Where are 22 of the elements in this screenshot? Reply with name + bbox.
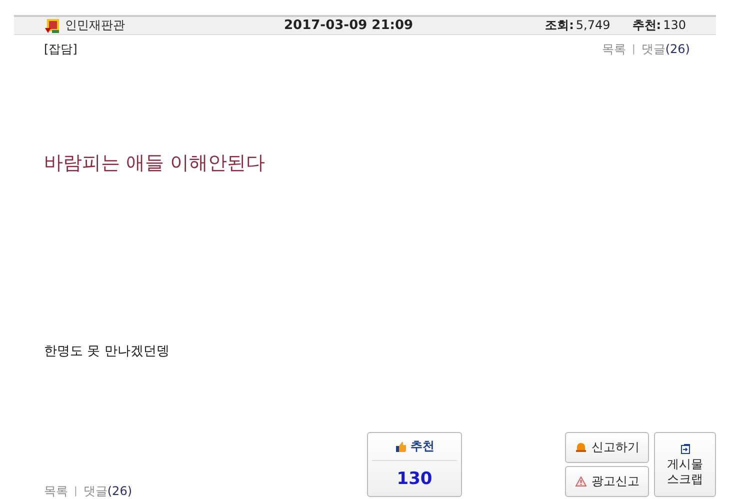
thumbs-up-icon [394, 440, 407, 452]
scrap-icon [680, 442, 690, 454]
recommend-count: 추천: 130 [632, 17, 686, 34]
comments-link[interactable]: 댓글(26) [641, 41, 690, 58]
warning-icon [574, 476, 586, 487]
separator: | [74, 486, 78, 497]
report-button[interactable]: 신고하기 [565, 432, 649, 463]
view-count: 조회: 5,749 [545, 17, 610, 34]
category-label: [잡담] [44, 41, 78, 58]
ad-report-button[interactable]: 광고신고 [565, 466, 649, 497]
user-level-icon [44, 18, 60, 34]
scrap-button[interactable]: 게시물 스크랩 [654, 432, 716, 497]
separator: | [632, 44, 636, 55]
post-date: 2017-03-09 21:09 [284, 18, 414, 33]
bell-icon [574, 442, 586, 453]
author-name[interactable]: 인민재판관 [65, 17, 125, 34]
list-link[interactable]: 목록 [44, 483, 68, 499]
post-title: 바람피는 애들 이해안된다 [44, 151, 266, 176]
list-link[interactable]: 목록 [602, 41, 626, 58]
recommend-button[interactable]: 추천 130 [367, 432, 462, 497]
comments-link[interactable]: 댓글(26) [83, 483, 132, 499]
post-body: 한명도 못 만나겠던뎅 [44, 343, 170, 360]
